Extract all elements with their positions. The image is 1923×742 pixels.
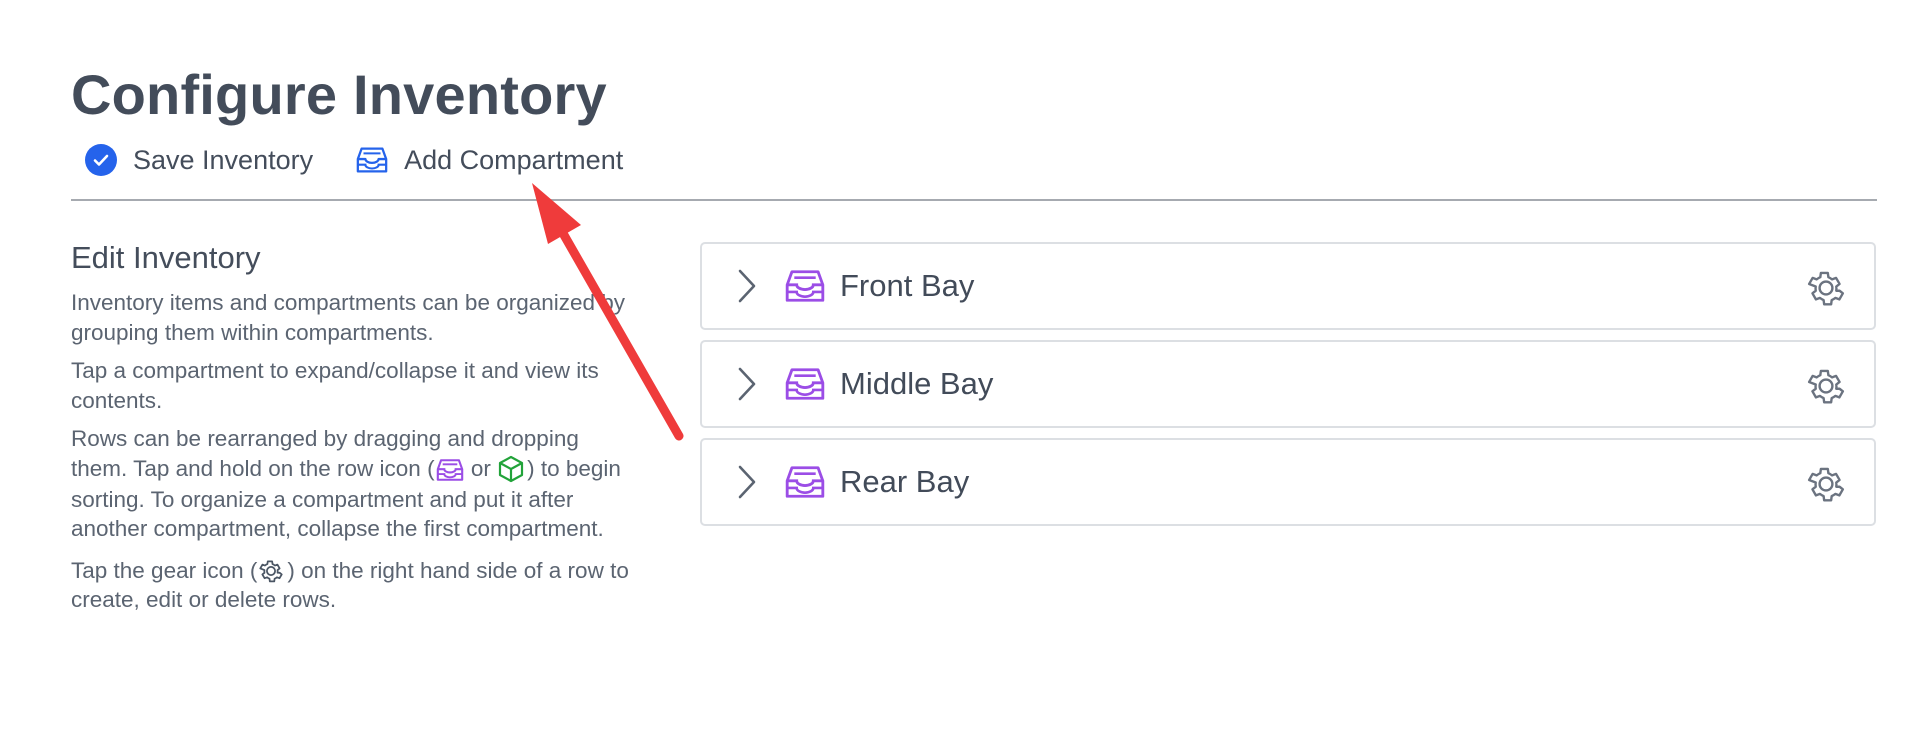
gear-icon (257, 557, 287, 585)
compartment-tray-icon[interactable] (782, 364, 828, 404)
save-inventory-label: Save Inventory (133, 144, 314, 175)
header-divider (71, 199, 1877, 201)
help-paragraph-4: Tap the gear icon () on the right hand s… (71, 556, 631, 615)
compartment-list: Front Bay Middle Bay Rear Bay (700, 242, 1876, 536)
check-circle-icon (84, 143, 118, 177)
compartment-tray-icon[interactable] (782, 462, 828, 502)
gear-icon[interactable] (1804, 266, 1848, 310)
save-inventory-button[interactable]: Save Inventory (84, 143, 313, 177)
add-compartment-label: Add Compartment (404, 144, 624, 175)
help-paragraph-3: Rows can be rearranged by dragging and d… (71, 424, 631, 544)
compartment-tray-icon (435, 457, 465, 485)
help-heading: Edit Inventory (71, 240, 261, 275)
edit-inventory-help: Edit Inventory Inventory items and compa… (71, 240, 631, 624)
help-paragraph-2: Tap a compartment to expand/collapse it … (71, 358, 599, 413)
help-p4-text-a: Tap the gear icon ( (71, 557, 258, 583)
add-compartment-button[interactable]: Add Compartment (355, 143, 623, 177)
item-box-icon (497, 455, 527, 483)
toolbar: Save Inventory Add Compartment (84, 140, 623, 180)
compartment-row-front-bay[interactable]: Front Bay (700, 242, 1876, 330)
help-p3-or: or (464, 455, 498, 481)
compartment-name: Rear Bay (840, 464, 970, 499)
compartment-row-middle-bay[interactable]: Middle Bay (700, 340, 1876, 428)
page-title: Configure Inventory (71, 63, 607, 126)
gear-icon[interactable] (1804, 462, 1848, 506)
compartment-row-rear-bay[interactable]: Rear Bay (700, 438, 1876, 526)
compartment-name: Front Bay (840, 268, 975, 303)
help-paragraph-1: Inventory items and compartments can be … (71, 290, 626, 345)
chevron-right-icon[interactable] (730, 462, 764, 502)
compartment-name: Middle Bay (840, 366, 994, 401)
gear-icon[interactable] (1804, 364, 1848, 408)
chevron-right-icon[interactable] (730, 364, 764, 404)
compartment-tray-icon[interactable] (782, 266, 828, 306)
tray-icon (355, 143, 389, 177)
chevron-right-icon[interactable] (730, 266, 764, 306)
